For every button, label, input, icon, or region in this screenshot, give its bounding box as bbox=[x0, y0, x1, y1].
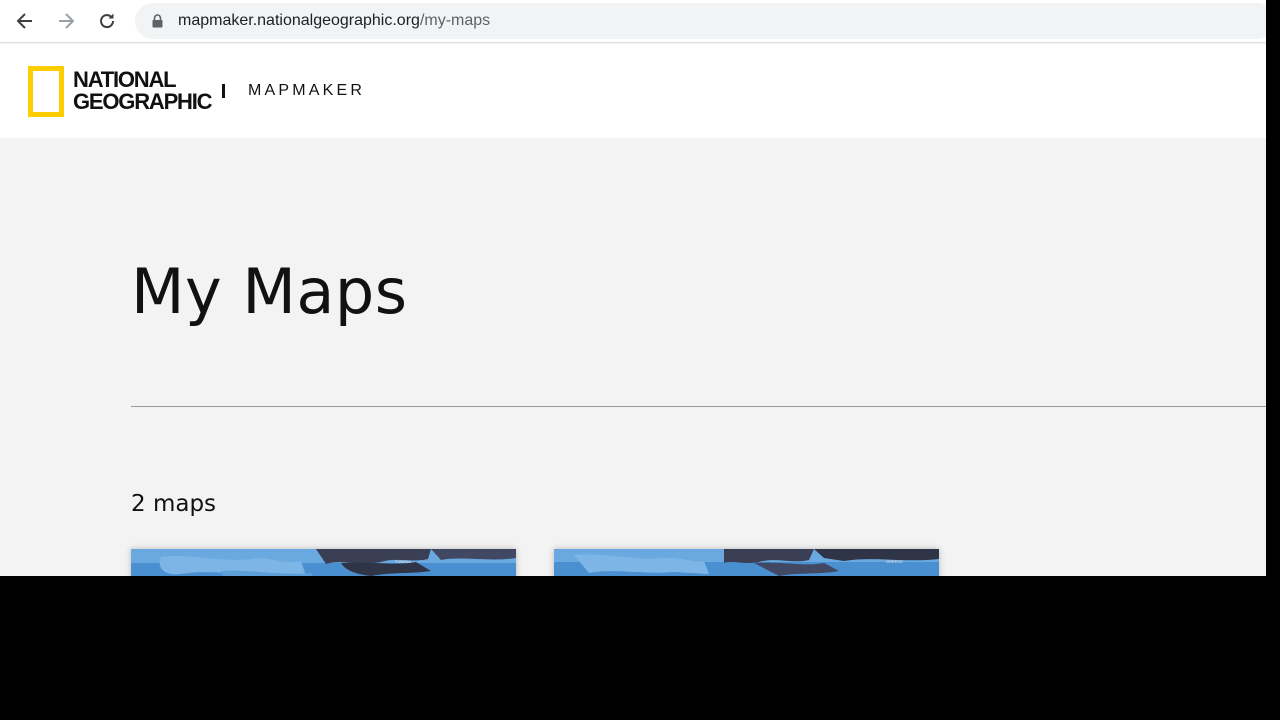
arrow-left-icon bbox=[16, 13, 32, 29]
logo-divider bbox=[222, 84, 225, 98]
map-thumbnail: TUNISIA bbox=[131, 549, 516, 576]
reload-icon bbox=[100, 13, 115, 29]
site-header: NATIONAL GEOGRAPHIC MAPMAKER bbox=[0, 44, 1266, 138]
back-button[interactable] bbox=[10, 6, 40, 36]
logo-line-1: NATIONAL bbox=[73, 67, 177, 92]
lock-icon bbox=[152, 14, 163, 28]
reload-button[interactable] bbox=[92, 6, 122, 36]
map-count: 2 maps bbox=[131, 491, 217, 517]
browser-viewport: mapmaker.nationalgeographic.org/my-maps … bbox=[0, 0, 1266, 576]
forward-button[interactable] bbox=[51, 6, 81, 36]
url-path: /my-maps bbox=[419, 12, 491, 29]
map-card[interactable]: TUNISIA bbox=[131, 549, 516, 576]
map-thumbnail: GREECE bbox=[554, 549, 939, 576]
app-name[interactable]: MAPMAKER bbox=[248, 82, 365, 100]
section-divider bbox=[131, 406, 1266, 407]
address-bar[interactable]: mapmaker.nationalgeographic.org/my-maps bbox=[135, 3, 1266, 39]
logo-line-2: GEOGRAPHIC bbox=[73, 89, 213, 114]
window-edge bbox=[1266, 0, 1280, 576]
svg-text:GREECE: GREECE bbox=[886, 559, 903, 564]
url-text: mapmaker.nationalgeographic.org/my-maps bbox=[178, 11, 490, 31]
map-card[interactable]: GREECE bbox=[554, 549, 939, 576]
url-domain: mapmaker.nationalgeographic.org bbox=[178, 12, 420, 29]
yellow-border-icon bbox=[28, 66, 64, 117]
browser-toolbar: mapmaker.nationalgeographic.org/my-maps bbox=[0, 0, 1266, 43]
svg-text:TUNISIA: TUNISIA bbox=[395, 559, 411, 564]
arrow-right-icon bbox=[59, 13, 75, 29]
page-title: My Maps bbox=[131, 255, 408, 328]
